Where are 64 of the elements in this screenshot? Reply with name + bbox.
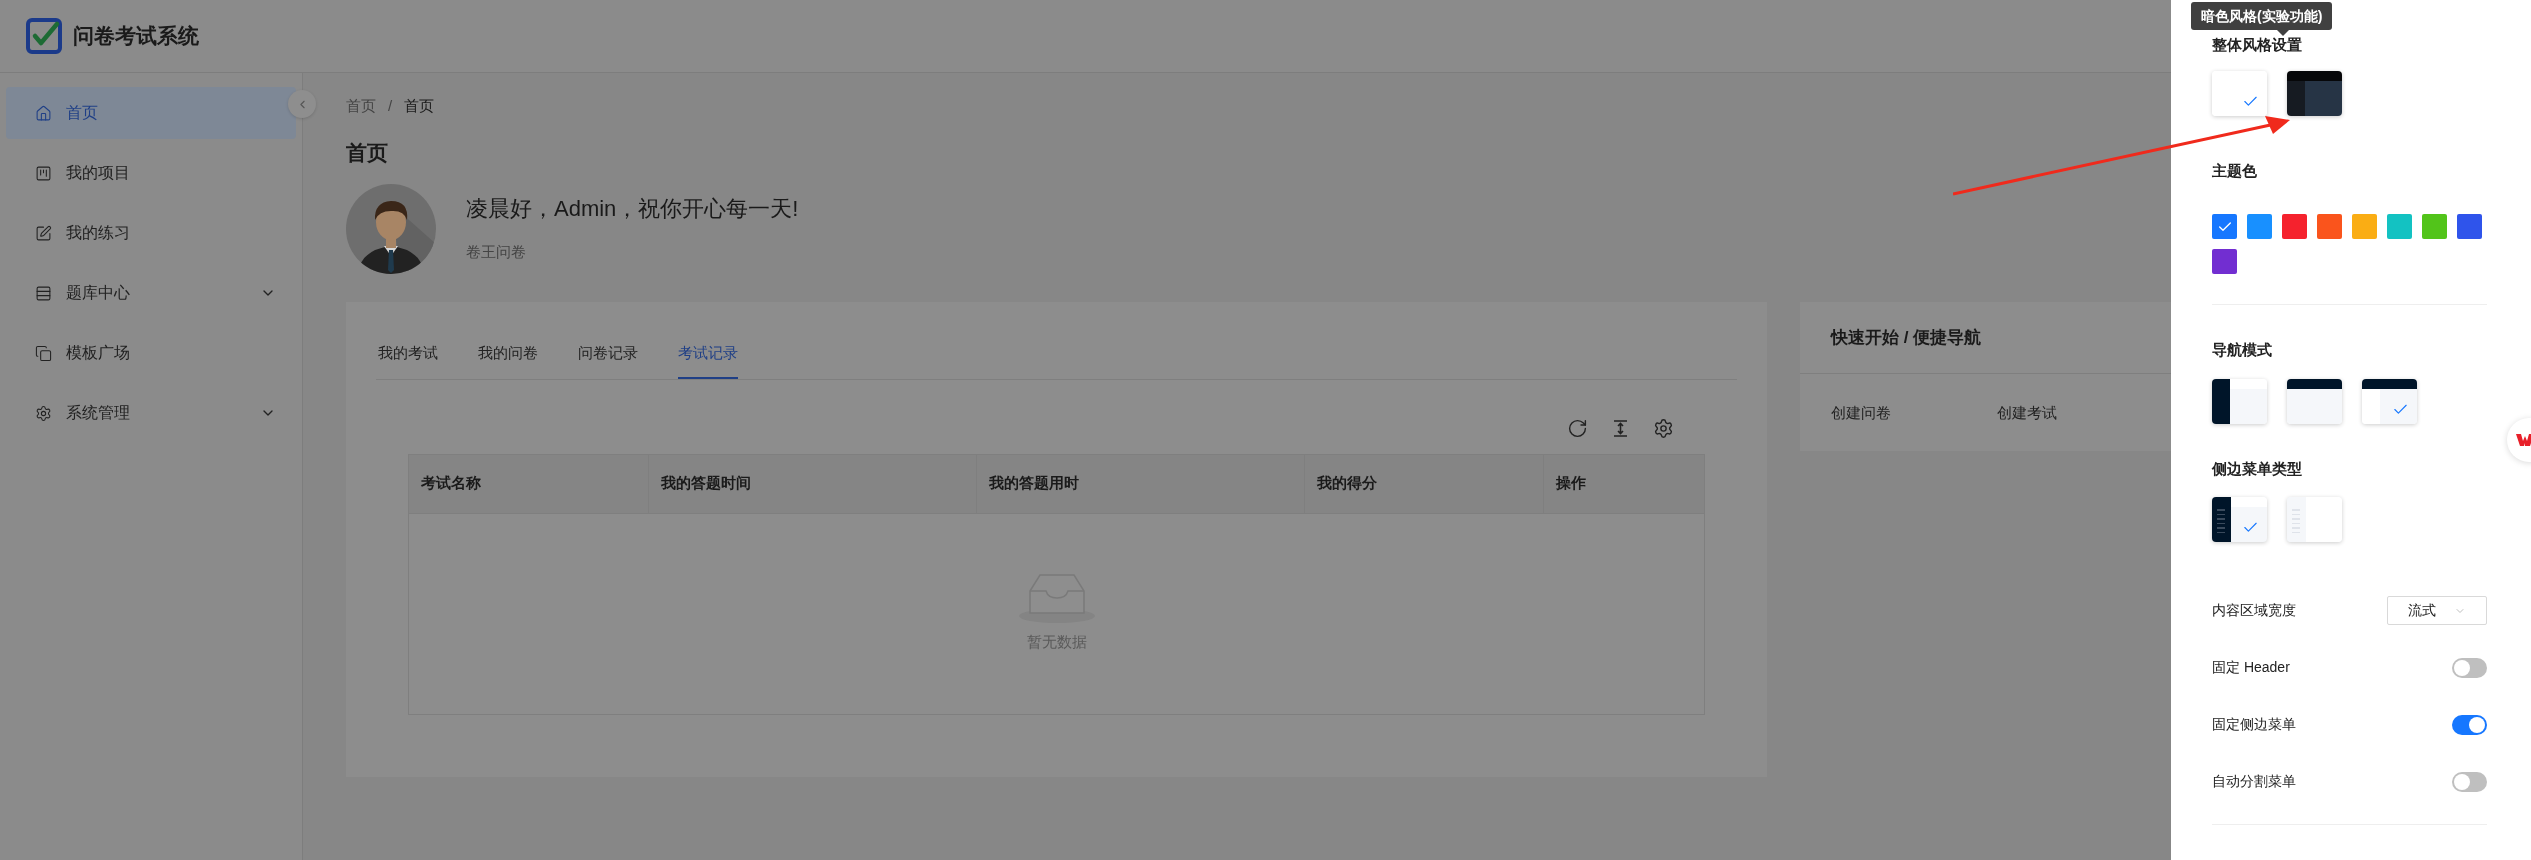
color-swatch[interactable] xyxy=(2317,214,2342,239)
breadcrumb-separator: / xyxy=(388,96,393,116)
option-label: 固定 Header xyxy=(2212,658,2290,677)
color-swatch[interactable] xyxy=(2387,214,2412,239)
option-label: 自动分割菜单 xyxy=(2212,772,2296,791)
list-icon xyxy=(35,284,52,302)
color-swatch[interactable] xyxy=(2352,214,2377,239)
quick-link[interactable]: 创建考试 xyxy=(1997,402,2093,425)
toggle-switch[interactable] xyxy=(2452,771,2487,792)
page-title: 首页 xyxy=(346,139,389,166)
nav-mode-option[interactable] xyxy=(2212,378,2267,424)
color-swatch[interactable] xyxy=(2457,214,2482,239)
column-header: 考试名称 xyxy=(420,473,482,494)
settings-icon[interactable] xyxy=(1653,417,1674,439)
section-heading: 侧边菜单类型 xyxy=(2212,458,2303,479)
subtitle-text: 卷王问卷 xyxy=(466,242,527,262)
column-header: 我的答题用时 xyxy=(976,454,1304,513)
copy-icon xyxy=(35,344,52,362)
section-heading: 主题色 xyxy=(2212,160,2258,181)
edit-icon xyxy=(35,224,52,242)
color-swatch[interactable] xyxy=(2282,214,2307,239)
nav-mode-option[interactable] xyxy=(2287,378,2342,424)
tab[interactable]: 我的考试 xyxy=(378,342,438,379)
sidebar-item[interactable]: 我的练习 xyxy=(6,207,296,259)
toggle-switch[interactable] xyxy=(2452,657,2487,678)
color-swatch[interactable] xyxy=(2422,214,2447,239)
breadcrumb-item[interactable]: 首页 xyxy=(346,95,376,118)
sidebar-item[interactable]: 首页 xyxy=(6,87,296,139)
collapse-button[interactable] xyxy=(288,90,316,118)
settings-icon xyxy=(35,404,52,422)
column-header: 我的得分 xyxy=(1304,454,1543,513)
app-title: 问卷考试系统 xyxy=(73,23,199,50)
tab[interactable]: 问卷记录 xyxy=(578,342,638,379)
menu-type-option[interactable] xyxy=(2212,497,2267,542)
board-icon xyxy=(35,164,52,182)
house-icon xyxy=(35,104,52,122)
sidebar-item[interactable]: 模板广场 xyxy=(6,327,296,379)
tab[interactable]: 考试记录 xyxy=(678,342,738,379)
nav-mode-option[interactable] xyxy=(2362,378,2417,424)
tooltip-arrow-icon xyxy=(2277,30,2289,36)
option-label: 内容区域宽度 xyxy=(2212,601,2296,620)
tab[interactable]: 我的问卷 xyxy=(478,342,538,379)
sidebar-item[interactable]: 系统管理 xyxy=(6,387,296,439)
reload-icon[interactable] xyxy=(1567,417,1588,439)
dark-style-tooltip: 暗色风格(实验功能) xyxy=(2191,2,2333,30)
breadcrumb-item: 首页 xyxy=(404,96,435,116)
column-header: 我的答题时间 xyxy=(648,454,976,513)
width-select[interactable]: 流式 xyxy=(2387,596,2487,625)
greeting-text: 凌晨好，Admin，祝你开心每一天! xyxy=(466,195,799,223)
section-heading: 导航模式 xyxy=(2212,340,2273,360)
option-label: 固定侧边菜单 xyxy=(2212,715,2296,734)
style-option[interactable] xyxy=(2287,70,2342,116)
color-swatch[interactable] xyxy=(2212,249,2237,274)
section-heading: 整体风格设置 xyxy=(2212,35,2303,55)
logo-icon xyxy=(26,18,62,54)
quick-link[interactable]: 创建问卷 xyxy=(1831,402,1927,425)
w-logo-icon xyxy=(2515,433,2531,447)
color-swatch[interactable] xyxy=(2247,214,2272,239)
toggle-switch[interactable] xyxy=(2452,714,2487,735)
color-swatch[interactable] xyxy=(2212,214,2237,239)
card-title: 快速开始 / 便捷导航 xyxy=(1831,326,1982,349)
sidebar-item[interactable]: 我的项目 xyxy=(6,147,296,199)
sidebar-item[interactable]: 题库中心 xyxy=(6,267,296,319)
column-header: 操作 xyxy=(1543,454,1704,513)
